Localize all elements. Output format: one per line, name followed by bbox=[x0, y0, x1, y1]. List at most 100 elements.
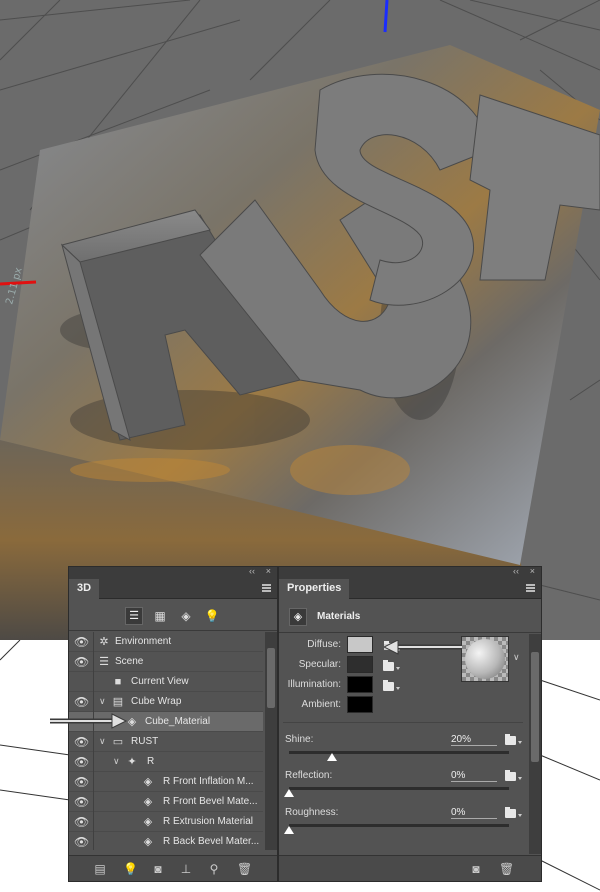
trash-icon[interactable]: 🗑 bbox=[237, 862, 252, 876]
panel-bottom-toolbar: ◙ 🗑 bbox=[279, 855, 541, 881]
scene-icon: ☰ bbox=[99, 656, 109, 668]
tree-row-label: Scene bbox=[115, 656, 144, 667]
tree-row-r[interactable]: 👁 ∨ ✦ R bbox=[69, 752, 263, 772]
tree-row-label: Current View bbox=[131, 676, 189, 687]
roughness-value[interactable]: 0% bbox=[451, 807, 497, 819]
folder-icon[interactable] bbox=[505, 807, 522, 818]
trash-icon[interactable]: 🗑 bbox=[499, 862, 514, 876]
pointer-arrow-left bbox=[50, 713, 128, 729]
tree-row-rust[interactable]: 👁 ∨ ▭ RUST bbox=[69, 732, 263, 752]
folder-icon[interactable] bbox=[505, 770, 522, 781]
tree-row-r-extrusion[interactable]: 👁 ◈ R Extrusion Material bbox=[69, 812, 263, 832]
visibility-eye-icon[interactable]: 👁 bbox=[74, 736, 89, 748]
reflection-value[interactable]: 0% bbox=[451, 770, 497, 782]
3d-viewport[interactable]: 2.11 px bbox=[0, 0, 600, 640]
light-add-icon[interactable]: 💡 bbox=[123, 862, 138, 876]
shine-value[interactable]: 20% bbox=[451, 734, 497, 746]
ambient-swatch[interactable] bbox=[347, 696, 373, 713]
properties-scrollbar[interactable] bbox=[529, 634, 541, 854]
tree-row-r-front-inflation[interactable]: 👁 ◈ R Front Inflation M... bbox=[69, 772, 263, 792]
render-icon[interactable]: ◙ bbox=[151, 862, 165, 876]
tree-row-r-front-bevel[interactable]: 👁 ◈ R Front Bevel Mate... bbox=[69, 792, 263, 812]
ground-icon[interactable]: ⊥ bbox=[179, 862, 193, 876]
section-title: Materials bbox=[317, 611, 361, 622]
tree-row-label: R Front Bevel Mate... bbox=[163, 796, 258, 807]
reflection-label: Reflection: bbox=[285, 770, 333, 781]
shine-slider-knob[interactable] bbox=[327, 753, 337, 761]
material-icon: ◈ bbox=[143, 776, 153, 788]
render-icon[interactable]: ◙ bbox=[469, 862, 483, 876]
close-icon[interactable]: × bbox=[266, 566, 271, 576]
visibility-eye-icon[interactable]: 👁 bbox=[74, 636, 89, 648]
visibility-eye-icon[interactable]: 👁 bbox=[74, 836, 89, 848]
folder-icon[interactable] bbox=[383, 680, 400, 691]
visibility-eye-icon[interactable]: 👁 bbox=[74, 816, 89, 828]
camera-icon: ■ bbox=[114, 676, 122, 688]
mesh-add-icon[interactable]: ▤ bbox=[93, 862, 107, 876]
tree-scrollbar[interactable] bbox=[265, 632, 277, 850]
tree-row-label: R Back Bevel Mater... bbox=[163, 836, 260, 847]
roughness-label: Roughness: bbox=[285, 807, 339, 818]
illumination-swatch[interactable] bbox=[347, 676, 373, 693]
tab-properties[interactable]: Properties bbox=[279, 579, 350, 599]
chevron-down-icon[interactable]: ∨ bbox=[99, 696, 106, 707]
material-icon: ◈ bbox=[143, 836, 153, 848]
visibility-eye-icon[interactable]: 👁 bbox=[74, 796, 89, 808]
panel-top-bar: ‹‹ × bbox=[69, 566, 277, 579]
material-properties: Diffuse: Specular: Illumination: Ambient… bbox=[279, 634, 527, 854]
filter-bar: ☰ ▦ ◈ 💡 bbox=[69, 601, 277, 631]
collapse-icon[interactable]: ‹‹ bbox=[513, 566, 519, 576]
material-preview-thumbnail[interactable] bbox=[461, 636, 509, 682]
panel-menu-icon[interactable] bbox=[526, 584, 535, 592]
tree-row-current-view[interactable]: ■ Current View bbox=[69, 672, 263, 692]
material-filter-icon[interactable]: ◈ bbox=[177, 607, 195, 625]
environment-icon: ✲ bbox=[99, 636, 109, 648]
tree-row-environment[interactable]: 👁 ✲ Environment bbox=[69, 632, 263, 652]
ambient-label: Ambient: bbox=[301, 699, 341, 710]
scrollbar-thumb[interactable] bbox=[531, 652, 539, 762]
scrollbar-thumb[interactable] bbox=[267, 648, 275, 708]
scene-filter-icon[interactable]: ☰ bbox=[125, 607, 143, 625]
snap-icon[interactable]: ⚲ bbox=[207, 862, 221, 876]
panel-bottom-toolbar: ▤ 💡 ◙ ⊥ ⚲ 🗑 bbox=[69, 855, 277, 881]
specular-swatch[interactable] bbox=[347, 656, 373, 673]
materials-icon[interactable]: ◈ bbox=[289, 608, 307, 626]
roughness-slider-track[interactable] bbox=[289, 824, 509, 827]
tree-row-label: Cube Wrap bbox=[131, 696, 182, 707]
panel-menu-icon[interactable] bbox=[262, 584, 271, 592]
chevron-down-icon[interactable]: ∨ bbox=[113, 756, 120, 767]
mesh-filter-icon[interactable]: ▦ bbox=[151, 607, 169, 625]
tree-row-label: RUST bbox=[131, 736, 159, 747]
tab-bar: Properties bbox=[279, 579, 541, 599]
tree-row-r-back-bevel[interactable]: 👁 ◈ R Back Bevel Mater... bbox=[69, 832, 263, 850]
pointer-arrow-right bbox=[384, 640, 462, 655]
scene-render: 2.11 px bbox=[0, 0, 600, 640]
reflection-slider-track[interactable] bbox=[289, 787, 509, 790]
shine-slider-track[interactable] bbox=[289, 751, 509, 754]
group-folder-icon: ▭ bbox=[112, 736, 124, 748]
tree-row-label: Environment bbox=[115, 636, 172, 647]
close-icon[interactable]: × bbox=[530, 566, 535, 576]
tab-3d[interactable]: 3D bbox=[69, 579, 100, 599]
visibility-eye-icon[interactable]: 👁 bbox=[74, 656, 89, 668]
specular-label: Specular: bbox=[298, 659, 341, 670]
tree-row-cube-wrap[interactable]: 👁 ∨ ▤ Cube Wrap bbox=[69, 692, 263, 712]
reflection-slider-knob[interactable] bbox=[284, 789, 294, 797]
panel-top-bar: ‹‹ × bbox=[279, 566, 541, 579]
illumination-label: Illumination: bbox=[287, 679, 341, 690]
visibility-eye-icon[interactable]: 👁 bbox=[74, 776, 89, 788]
roughness-slider-knob[interactable] bbox=[284, 826, 294, 834]
diffuse-swatch[interactable] bbox=[347, 636, 373, 653]
tree-row-scene[interactable]: 👁 ☰ Scene bbox=[69, 652, 263, 672]
collapse-icon[interactable]: ‹‹ bbox=[249, 566, 255, 576]
properties-panel: ‹‹ × Properties ◈ Materials Diffuse: Spe… bbox=[278, 566, 542, 882]
tree-row-label: R bbox=[147, 756, 155, 767]
chevron-down-icon[interactable]: ∨ bbox=[513, 652, 520, 663]
light-filter-icon[interactable]: 💡 bbox=[203, 607, 221, 625]
mesh-icon: ▤ bbox=[112, 696, 124, 708]
visibility-eye-icon[interactable]: 👁 bbox=[74, 756, 89, 768]
folder-icon[interactable] bbox=[505, 734, 522, 745]
visibility-eye-icon[interactable]: 👁 bbox=[74, 696, 89, 708]
chevron-down-icon[interactable]: ∨ bbox=[99, 736, 106, 747]
folder-icon[interactable] bbox=[383, 660, 400, 671]
